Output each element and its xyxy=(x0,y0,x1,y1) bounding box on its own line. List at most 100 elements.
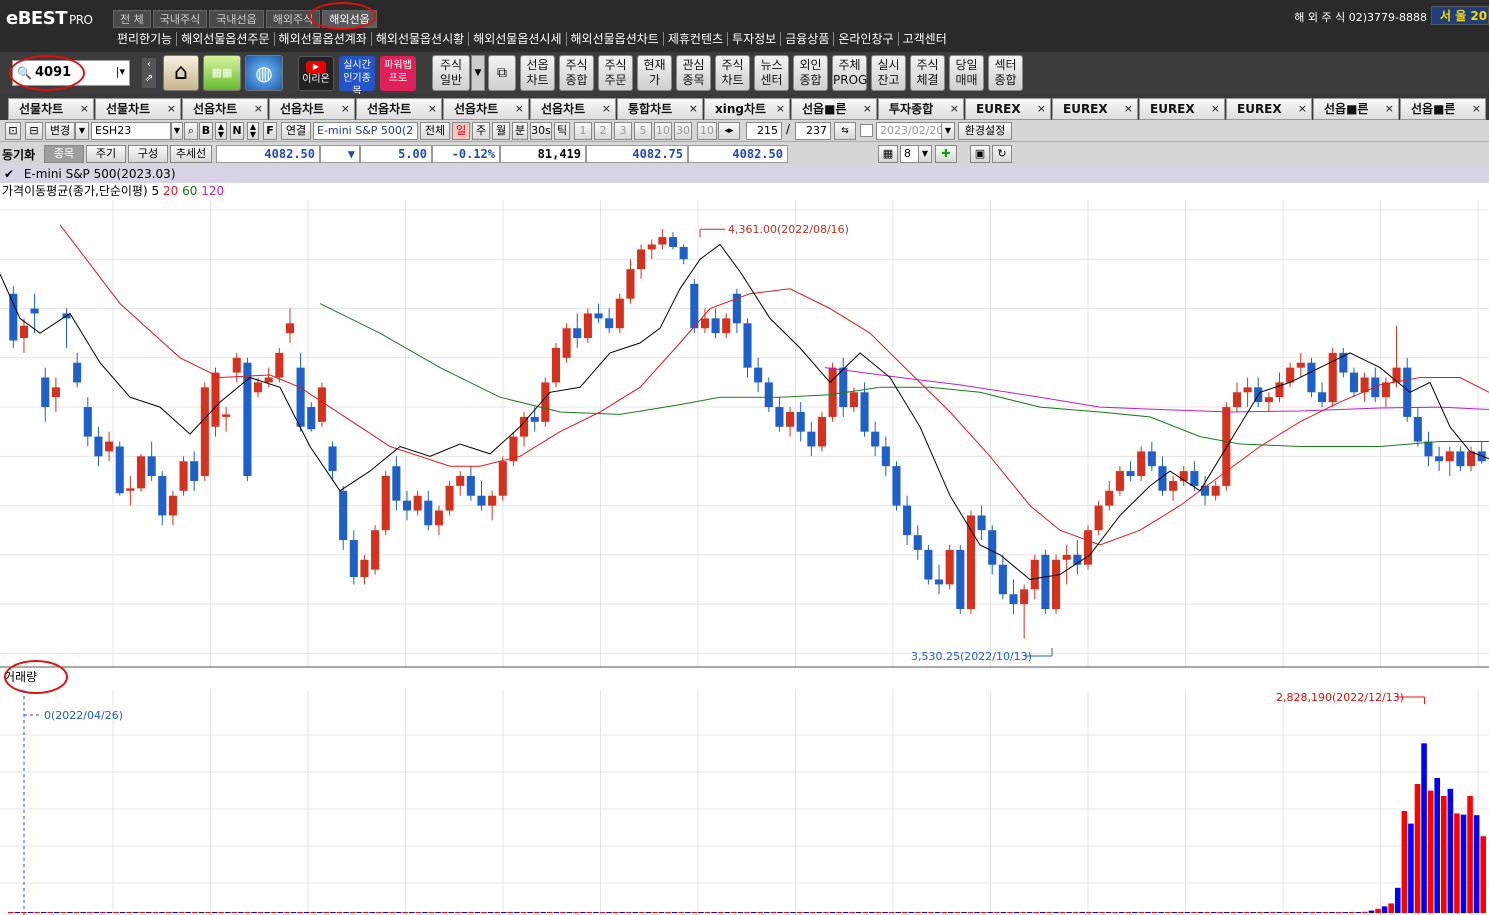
main-menu-item[interactable]: 해외선물옵션계좌 xyxy=(275,32,372,46)
chart-tab[interactable]: 선옵차트 × xyxy=(356,98,442,120)
top-tab[interactable]: 국내선옵 xyxy=(209,10,264,28)
powerbap-button[interactable]: 파워뱁 프로 xyxy=(380,56,416,91)
interval-button[interactable]: 5 xyxy=(634,122,652,140)
shortcut-button[interactable]: 주식 주문 xyxy=(598,55,633,91)
chart-tab[interactable]: 통합차트 × xyxy=(617,98,703,120)
save-screen-button[interactable]: ⊟ xyxy=(25,122,43,140)
shortcut-button[interactable]: 관심 종목 xyxy=(676,55,711,91)
next-bold-button[interactable]: N xyxy=(230,122,244,140)
close-icon[interactable]: × xyxy=(80,99,89,119)
interval-button[interactable]: 1 xyxy=(574,122,592,140)
compose-button[interactable]: 구성 xyxy=(128,145,168,163)
shortcut-button[interactable]: 주식 차트 xyxy=(715,55,750,91)
save-icon[interactable]: ▣ xyxy=(970,145,990,163)
chart-tab[interactable]: 선물차트 × xyxy=(8,98,94,120)
globe-icon[interactable]: ◍ xyxy=(245,55,283,91)
shortcut-button[interactable]: 현재 가 xyxy=(637,55,672,91)
interval-button[interactable]: 3 xyxy=(614,122,632,140)
refresh-icon[interactable]: ↻ xyxy=(992,145,1012,163)
close-icon[interactable]: × xyxy=(1385,99,1394,119)
close-icon[interactable]: × xyxy=(950,99,959,119)
chart-tab[interactable]: 선옵차트 × xyxy=(443,98,529,120)
close-icon[interactable]: × xyxy=(428,99,437,119)
cycle-button[interactable]: 주기 xyxy=(86,145,126,163)
nav-arrows[interactable]: ‹ ⇗ xyxy=(142,58,156,88)
main-menu-item[interactable]: 해외선물옵션차트 xyxy=(567,32,664,46)
close-icon[interactable]: × xyxy=(689,99,698,119)
main-menu-item[interactable]: 고객센터 xyxy=(899,32,951,46)
main-menu-item[interactable]: 해외선물옵션시세 xyxy=(469,32,567,46)
shortcut-button[interactable]: 당일 매매 xyxy=(949,55,984,91)
home-icon[interactable]: ⌂ xyxy=(163,55,199,91)
close-icon[interactable]: × xyxy=(1211,99,1220,119)
period-button[interactable]: 월 xyxy=(492,122,510,140)
change-dropdown[interactable]: ▼ xyxy=(75,122,89,140)
main-menu-item[interactable]: 제휴컨텐츠 xyxy=(664,32,729,46)
city-clock[interactable]: 서 울 20 xyxy=(1431,6,1489,25)
chevron-down-icon[interactable]: |▾ xyxy=(116,65,125,78)
ma-legend-label[interactable]: 가격이동평균(종가,단순이평) xyxy=(2,184,148,198)
youtube-button[interactable]: ▶ 이리온 xyxy=(298,56,334,91)
period-button[interactable]: 30s xyxy=(530,122,552,140)
chart-tab[interactable]: 선옵■른 × xyxy=(1313,98,1399,120)
visible-count-input[interactable]: 215 xyxy=(746,122,782,140)
symbol-dropdown[interactable]: ▼ xyxy=(171,122,183,140)
top-tab[interactable]: 전 체 xyxy=(113,10,151,28)
chart-tab[interactable]: EUREX × xyxy=(1052,98,1138,120)
close-icon[interactable]: × xyxy=(1124,99,1133,119)
date-checkbox[interactable] xyxy=(860,124,873,137)
settings-button[interactable]: 환경설정 xyxy=(958,122,1012,140)
check-icon[interactable]: ✔ xyxy=(4,167,14,181)
main-menu-item[interactable]: 온라인창구 xyxy=(834,32,899,46)
shortcut-button[interactable]: 주식 체결 xyxy=(910,55,945,91)
close-icon[interactable]: × xyxy=(167,99,176,119)
layout-dropdown[interactable]: ▼ xyxy=(918,145,932,163)
chart-tab[interactable]: EUREX × xyxy=(1139,98,1225,120)
shortcut-button[interactable]: 섹터 종합 xyxy=(988,55,1023,91)
main-menu-item[interactable]: 투자정보 xyxy=(728,32,782,46)
close-icon[interactable]: × xyxy=(254,99,263,119)
stepper-icon-2[interactable]: ▲ ▼ xyxy=(247,122,259,140)
stock-general-button[interactable]: 주식 일반 xyxy=(432,55,470,91)
close-icon[interactable]: × xyxy=(1298,99,1307,119)
layout-count-input[interactable]: 8 xyxy=(900,145,920,163)
chart-tab[interactable]: EUREX × xyxy=(1226,98,1312,120)
chart-tab[interactable]: 선옵차트 × xyxy=(182,98,268,120)
sync-label[interactable]: 동기화 xyxy=(2,146,35,163)
item-button[interactable]: 종목 xyxy=(44,145,84,163)
volume-chart[interactable]: 0(2022/04/26) 2,828,190(2022/12/13) xyxy=(0,690,1489,915)
close-icon[interactable]: × xyxy=(1037,99,1046,119)
interval-button[interactable]: 10 xyxy=(654,122,672,140)
panel-toggle-button[interactable]: ⊡ xyxy=(5,122,21,140)
shortcut-button[interactable]: 선옵 차트 xyxy=(520,55,555,91)
period-button[interactable]: 분 xyxy=(512,122,528,140)
chart-tab[interactable]: 선옵차트 × xyxy=(530,98,616,120)
main-menu-item[interactable]: 편리한기능 xyxy=(113,32,178,46)
period-button[interactable]: 주 xyxy=(472,122,490,140)
change-button[interactable]: 변경 xyxy=(45,122,75,140)
close-icon[interactable]: × xyxy=(776,99,785,119)
symbol-input[interactable]: ESH23 xyxy=(91,122,171,140)
close-icon[interactable]: × xyxy=(863,99,872,119)
prev-bold-button[interactable]: B xyxy=(199,122,213,140)
main-menu-item[interactable]: 해외선물옵션주문 xyxy=(177,32,275,46)
interval-button[interactable]: 30 xyxy=(674,122,692,140)
period-button[interactable]: 일 xyxy=(452,122,470,140)
close-icon[interactable]: × xyxy=(602,99,611,119)
date-dropdown[interactable]: ▼ xyxy=(941,122,955,140)
shortcut-button[interactable]: 주체 PROG xyxy=(832,55,867,91)
favorite-button[interactable]: F xyxy=(263,122,277,140)
search-icon[interactable]: ⌕ xyxy=(184,122,198,140)
ten-button[interactable]: 10 xyxy=(697,122,717,140)
chart-tab[interactable]: 투자종합 × xyxy=(878,98,964,120)
grid-layout-icon[interactable]: ▦ xyxy=(878,145,898,163)
stepper-icon[interactable]: ▲ ▼ xyxy=(215,122,227,140)
shortcut-button[interactable]: 외인 종합 xyxy=(793,55,828,91)
add-icon[interactable]: ✚ xyxy=(935,145,957,163)
link-button[interactable]: 연결 xyxy=(281,122,311,140)
top-tab[interactable]: 국내주식 xyxy=(152,10,208,28)
price-chart[interactable]: 4,361.00(2022/08/16) 3,530.25(2022/10/13) xyxy=(0,200,1489,668)
all-button[interactable]: 전체 xyxy=(420,122,450,140)
realtime-popular-button[interactable]: 실시간 인기종목 xyxy=(339,56,375,97)
close-icon[interactable]: × xyxy=(1472,99,1481,119)
